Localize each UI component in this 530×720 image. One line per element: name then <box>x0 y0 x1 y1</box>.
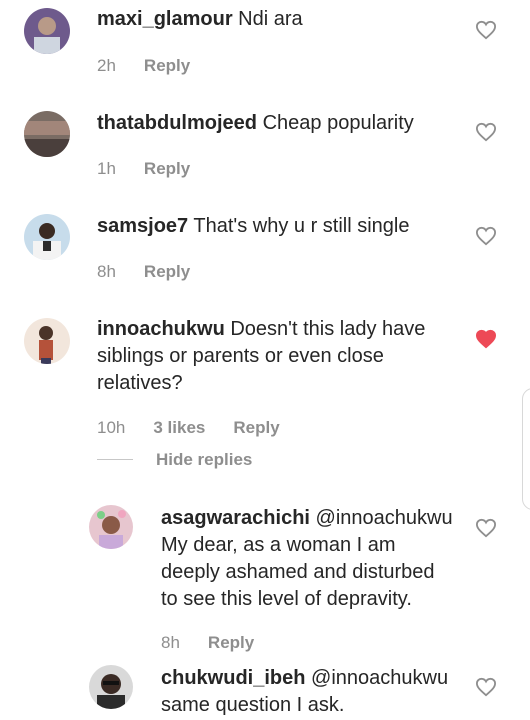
comment-username[interactable]: innoachukwu <box>97 318 225 340</box>
hide-replies-button[interactable]: Hide replies <box>156 450 252 470</box>
avatar[interactable] <box>89 665 133 709</box>
avatar[interactable] <box>24 318 70 364</box>
comment-body-line: My dear, as a woman I am <box>161 534 396 556</box>
comment-username[interactable]: maxi_glamour <box>97 8 233 30</box>
comment-body: Doesn't this lady have <box>230 318 426 340</box>
comment-meta: 10h 3 likes Reply <box>97 418 308 438</box>
avatar[interactable] <box>24 8 70 54</box>
comment-body-line: deeply ashamed and disturbed <box>161 561 435 583</box>
reply-button[interactable]: Reply <box>144 159 190 178</box>
comment-body: Ndi ara <box>238 8 303 30</box>
heart-icon[interactable] <box>475 518 497 538</box>
reply-button[interactable]: Reply <box>144 262 190 281</box>
heart-icon[interactable] <box>475 20 497 40</box>
comment-text: maxi_glamour Ndi ara <box>97 6 303 33</box>
comment-body-line: relatives? <box>97 372 183 394</box>
heart-icon[interactable] <box>475 677 497 697</box>
heart-icon[interactable] <box>475 226 497 246</box>
avatar[interactable] <box>24 214 70 260</box>
comment-username[interactable]: chukwudi_ibeh <box>161 667 305 689</box>
likes-count[interactable]: 3 likes <box>153 418 205 437</box>
comment-time: 2h <box>97 56 116 75</box>
hide-replies-label: Hide replies <box>156 450 253 469</box>
comment-meta: 8h Reply <box>161 633 282 653</box>
comment-body: Cheap popularity <box>262 112 414 134</box>
comment-meta: 1h Reply <box>97 159 218 179</box>
comment-time: 1h <box>97 159 116 178</box>
comment-username[interactable]: samsjoe7 <box>97 215 188 237</box>
comment-time: 8h <box>97 262 116 281</box>
hide-replies-divider <box>97 459 133 460</box>
heart-filled-icon[interactable] <box>475 329 497 349</box>
reply-button[interactable]: Reply <box>233 418 279 437</box>
avatar[interactable] <box>24 111 70 157</box>
scroll-handle[interactable] <box>522 388 530 510</box>
comment-text: asagwarachichi @innoachukwu My dear, as … <box>161 505 453 613</box>
comment-body-line: siblings or parents or even close <box>97 345 384 367</box>
comment-meta: 8h Reply <box>97 262 218 282</box>
comment-text: chukwudi_ibeh @innoachukwu same question… <box>161 665 448 719</box>
comment-meta: 2h Reply <box>97 56 218 76</box>
reply-button[interactable]: Reply <box>208 633 254 652</box>
comment-username[interactable]: asagwarachichi <box>161 507 310 529</box>
reply-button[interactable]: Reply <box>144 56 190 75</box>
comment-body-line: same question I ask. <box>161 694 345 716</box>
comment-body: That's why u r still single <box>193 215 410 237</box>
comment-text: samsjoe7 That's why u r still single <box>97 213 410 240</box>
comment-username[interactable]: thatabdulmojeed <box>97 112 257 134</box>
avatar[interactable] <box>89 505 133 549</box>
comment-text: thatabdulmojeed Cheap popularity <box>97 110 414 137</box>
comment-text: innoachukwu Doesn't this lady have sibli… <box>97 316 425 397</box>
comment-time: 10h <box>97 418 126 437</box>
comment-time: 8h <box>161 633 180 652</box>
heart-icon[interactable] <box>475 122 497 142</box>
mention-link[interactable]: @innoachukwu <box>311 667 448 689</box>
mention-link[interactable]: @innoachukwu <box>316 507 453 529</box>
comment-body-line: to see this level of depravity. <box>161 588 412 610</box>
